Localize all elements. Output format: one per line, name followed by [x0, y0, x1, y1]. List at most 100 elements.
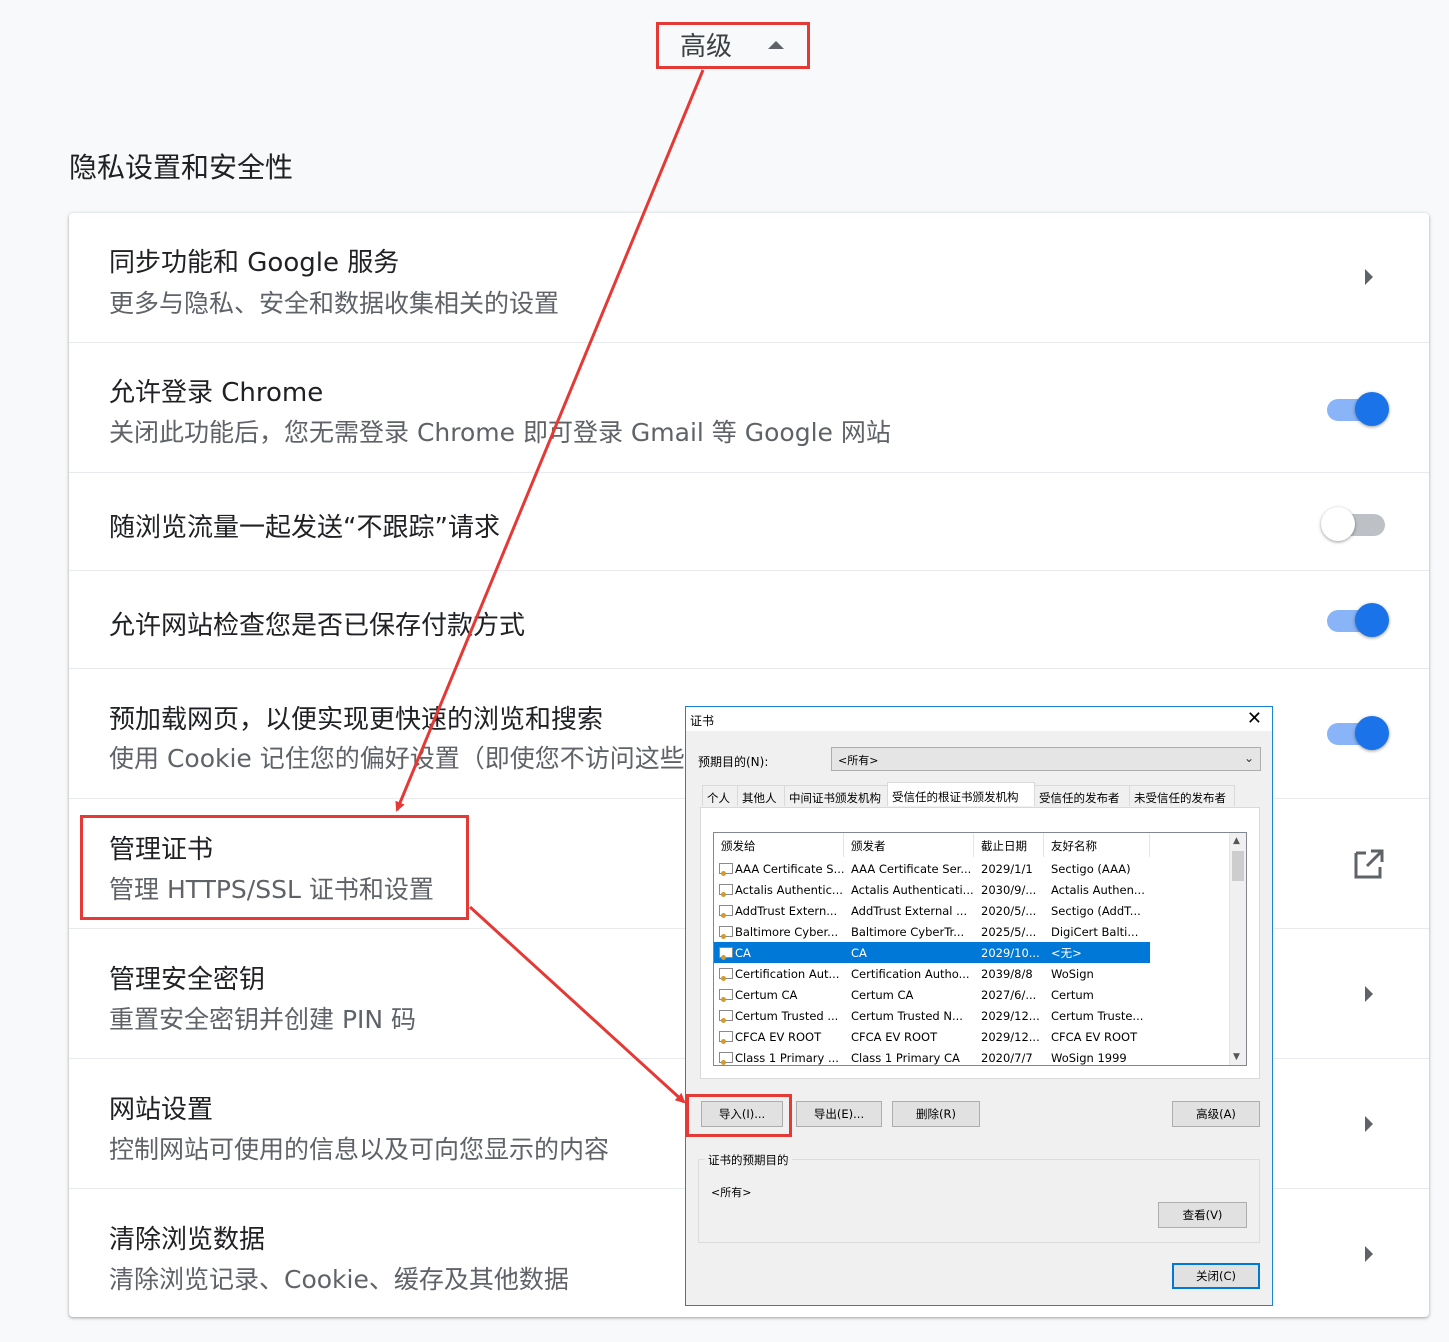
group-value: <所有>: [711, 1186, 752, 1199]
cell-expiration: 2029/12...: [974, 1030, 1044, 1044]
table-row[interactable]: Actalis Authentic... Actalis Authenticati…: [714, 879, 1150, 900]
toggle-switch-on[interactable]: [1327, 603, 1389, 637]
group-label: 证书的预期目的: [705, 1152, 792, 1168]
certificate-icon: [719, 988, 733, 1002]
cell-text: Baltimore Cyber...: [735, 924, 839, 939]
tab-personal[interactable]: 个人: [702, 785, 738, 806]
cell-friendly-name: <无>: [1044, 945, 1150, 961]
table-row[interactable]: AAA Certificate S... AAA Certificate Ser.…: [714, 858, 1150, 879]
cell-text: 2029/12...: [981, 1008, 1040, 1023]
cell-text: Sectigo (AddT...: [1051, 903, 1141, 918]
view-button[interactable]: 查看(V): [1158, 1202, 1247, 1228]
cell-expiration: 2020/7/7: [974, 1051, 1044, 1065]
column-header-issued-by[interactable]: 颁发者: [844, 833, 974, 857]
cell-issued-by: CA: [844, 946, 974, 960]
certificates-dialog: 证书 ✕ 预期目的(N): <所有> ⌄ 个人 其他人 中间证书颁发机构 受信任…: [685, 706, 1273, 1306]
cell-text: AAA Certificate S...: [735, 861, 844, 876]
chevron-right-icon: [1365, 1116, 1373, 1132]
tab-trusted-root-ca[interactable]: 受信任的根证书颁发机构: [887, 782, 1035, 806]
cell-text: Certum CA: [851, 987, 914, 1002]
table-row[interactable]: CFCA EV ROOT CFCA EV ROOT 2029/12... CFCA E…: [714, 1026, 1150, 1047]
table-row[interactable]: Certum Trusted ... Certum Trusted N... 202…: [714, 1005, 1150, 1026]
cell-issued-by: Baltimore CyberTr...: [844, 925, 974, 939]
cell-expiration: 2039/8/8: [974, 967, 1044, 981]
tab-intermediate-ca[interactable]: 中间证书颁发机构: [784, 785, 888, 806]
cell-text: Actalis Authentic...: [735, 882, 843, 897]
toggle-switch-on[interactable]: [1327, 392, 1389, 426]
cell-text: Baltimore CyberTr...: [851, 924, 965, 939]
certificate-icon: [719, 925, 733, 939]
cell-text: CFCA EV ROOT: [735, 1029, 822, 1044]
cell-issued-by: AddTrust External ...: [844, 904, 974, 918]
cell-text: 2027/6/...: [981, 987, 1037, 1002]
advanced-toggle[interactable]: 高级: [656, 22, 808, 67]
cell-expiration: 2025/5/...: [974, 925, 1044, 939]
close-button[interactable]: 关闭(C): [1172, 1263, 1260, 1289]
tab-trusted-publishers[interactable]: 受信任的发布者: [1034, 785, 1130, 806]
cell-friendly-name: Sectigo (AddT...: [1044, 904, 1150, 918]
cell-text: CFCA EV ROOT: [1051, 1029, 1138, 1044]
purpose-select[interactable]: <所有> ⌄: [831, 747, 1261, 771]
row-subtitle: 管理 HTTPS/SSL 证书和设置: [109, 875, 434, 904]
chevron-right-icon: [1365, 269, 1373, 285]
tab-other-people[interactable]: 其他人: [737, 785, 785, 806]
row-title: 管理安全密钥: [109, 965, 266, 995]
cell-text: Certum: [1051, 987, 1094, 1002]
table-row[interactable]: Certification Aut... Certification Autho.…: [714, 963, 1150, 984]
toggle-switch-on[interactable]: [1327, 716, 1389, 750]
cell-text: CA: [735, 945, 751, 960]
remove-button[interactable]: 删除(R): [892, 1101, 980, 1127]
purpose-value: <所有>: [838, 754, 879, 767]
certificate-list[interactable]: 颁发给 颁发者 截止日期 友好名称 AAA Certificate S... AA…: [713, 832, 1247, 1066]
column-header-issued-to[interactable]: 颁发给: [714, 833, 844, 857]
column-header-expiration[interactable]: 截止日期: [974, 833, 1044, 857]
cell-text: Actalis Authen...: [1051, 882, 1145, 897]
cell-issued-to: Certification Aut...: [714, 967, 844, 981]
cell-friendly-name: Sectigo (AAA): [1044, 862, 1150, 876]
toggle-switch-off[interactable]: [1321, 507, 1391, 541]
cell-text: CA: [851, 945, 867, 960]
cell-text: 2029/10...: [981, 945, 1040, 960]
cell-issued-by: Certum Trusted N...: [844, 1009, 974, 1023]
tab-untrusted-publishers[interactable]: 未受信任的发布者: [1129, 785, 1235, 806]
close-icon[interactable]: ✕: [1247, 709, 1262, 729]
table-row[interactable]: Class 1 Primary ... Class 1 Primary CA 202…: [714, 1047, 1150, 1065]
row-allow-chrome-signin: 允许登录 Chrome 关闭此功能后，您无需登录 Chrome 即可登录 Gma…: [69, 342, 1429, 472]
table-row[interactable]: Certum CA Certum CA 2027/6/... Certum: [714, 984, 1150, 1005]
scroll-thumb[interactable]: [1232, 851, 1244, 881]
cell-text: AAA Certificate Ser...: [851, 861, 972, 876]
advanced-button[interactable]: 高级(A): [1172, 1101, 1260, 1127]
row-title: 清除浏览数据: [109, 1225, 266, 1255]
column-header-friendly-name[interactable]: 友好名称: [1044, 833, 1150, 857]
cell-text: AddTrust Extern...: [735, 903, 838, 918]
cell-text: Class 1 Primary CA: [851, 1050, 960, 1065]
cell-issued-to: CFCA EV ROOT: [714, 1030, 844, 1044]
table-row[interactable]: CA CA 2029/10... <无>: [714, 942, 1150, 963]
row-sync-google-services[interactable]: 同步功能和 Google 服务 更多与隐私、安全和数据收集相关的设置: [69, 213, 1429, 342]
row-title: 允许登录 Chrome: [109, 378, 324, 408]
cell-text: 2029/12...: [981, 1029, 1040, 1044]
cell-expiration: 2029/12...: [974, 1009, 1044, 1023]
cell-text: WoSign: [1051, 966, 1094, 981]
row-payment-methods: 允许网站检查您是否已保存付款方式: [69, 570, 1429, 668]
dialog-titlebar: 证书 ✕: [686, 707, 1272, 731]
cell-expiration: 2029/1/1: [974, 862, 1044, 876]
table-row[interactable]: AddTrust Extern... AddTrust External ... 2…: [714, 900, 1150, 921]
cell-expiration: 2020/5/...: [974, 904, 1044, 918]
table-row[interactable]: Baltimore Cyber... Baltimore CyberTr... 20…: [714, 921, 1150, 942]
scrollbar[interactable]: ▲ ▼: [1229, 833, 1246, 1065]
cell-text: Certum Trusted ...: [735, 1008, 839, 1023]
cell-text: CFCA EV ROOT: [851, 1029, 938, 1044]
cell-text: Certum Truste...: [1051, 1008, 1144, 1023]
row-title: 管理证书: [109, 835, 214, 865]
scroll-up-icon[interactable]: ▲: [1233, 836, 1240, 846]
cell-text: Certum CA: [735, 987, 798, 1002]
cell-text: WoSign 1999: [1051, 1050, 1127, 1065]
import-button[interactable]: 导入(I)...: [701, 1101, 783, 1127]
scroll-down-icon[interactable]: ▼: [1233, 1052, 1240, 1062]
cell-friendly-name: Certum: [1044, 988, 1150, 1002]
row-do-not-track: 随浏览流量一起发送“不跟踪”请求: [69, 472, 1429, 570]
cell-issued-by: CFCA EV ROOT: [844, 1030, 974, 1044]
row-title: 网站设置: [109, 1095, 214, 1125]
export-button[interactable]: 导出(E)...: [796, 1101, 882, 1127]
